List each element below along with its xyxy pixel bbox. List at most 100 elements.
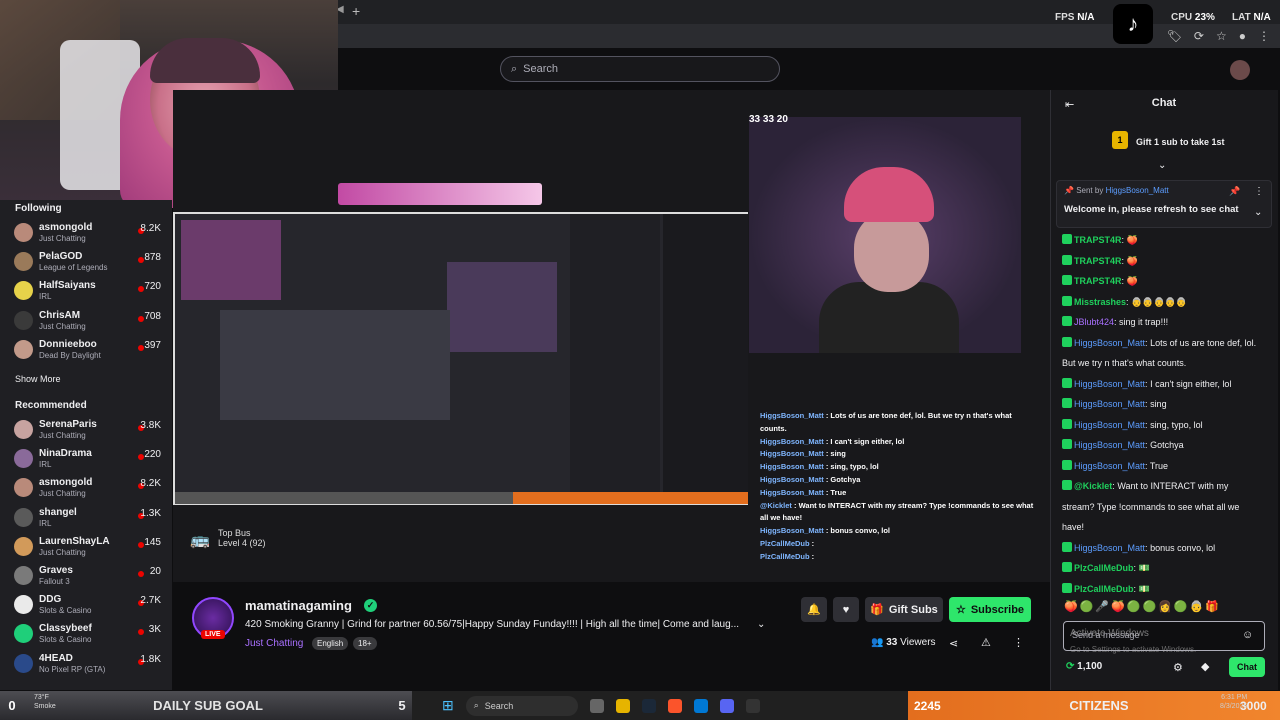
bookmark-star-icon[interactable]: ☆ — [1216, 29, 1227, 43]
live-dot-icon — [138, 257, 144, 264]
chat-message[interactable]: HiggsBoson_Matt: Lots of us are tone def… — [1062, 333, 1262, 374]
taskbar-search[interactable]: ⌕ Search — [465, 695, 578, 716]
chat-username[interactable]: @Kicklet — [1074, 481, 1112, 491]
sidebar-item-pelagod[interactable]: PelaGOD League of Legends 878 — [0, 249, 172, 278]
activate-windows-watermark: Activate Windows — [1070, 628, 1149, 639]
sidebar-item-4head[interactable]: 4HEAD No Pixel RP (GTA) 1.8K — [0, 651, 172, 680]
channel-name: asmongold — [39, 222, 93, 233]
badge-icon — [1062, 439, 1072, 449]
chat-username[interactable]: HiggsBoson_Matt — [1074, 379, 1145, 389]
chat-messages: TRAPST4R: 🍑 TRAPST4R: 🍑 TRAPST4R: 🍑 Misstra… — [1062, 230, 1262, 599]
menu-dots-icon[interactable]: ⋮ — [1258, 29, 1270, 43]
emote-picker-icon[interactable]: ☺ — [1242, 629, 1253, 641]
sidebar-item-donnieeboo[interactable]: Donnieeboo Dead By Daylight 397 — [0, 337, 172, 366]
sidebar-item-laurenshayla[interactable]: LaurenShayLA Just Chatting 145 — [0, 534, 172, 563]
gift-banner[interactable]: Gift 1 sub to take 1st — [1136, 137, 1225, 147]
bits-icon[interactable]: ◆ — [1201, 660, 1209, 673]
chat-username[interactable]: PlzCallMeDub — [1074, 584, 1134, 594]
gift-subs-button[interactable]: 🎁 Gift Subs — [865, 597, 943, 622]
channel-points[interactable]: ⟳ 1,100 — [1066, 661, 1102, 672]
overlay-chat-line: HiggsBoson_Matt : Gotchya — [760, 474, 861, 484]
search-input[interactable]: ⌕ Search — [500, 56, 780, 82]
sidebar-item-asmongold[interactable]: asmongold Just Chatting 8.2K — [0, 220, 172, 249]
chat-message[interactable]: PlzCallMeDub: 💵 — [1062, 558, 1262, 579]
sidebar-item-shangel[interactable]: shangel IRL 1.3K — [0, 505, 172, 534]
viewer-count: 1.3K — [140, 507, 161, 519]
obs-icon[interactable] — [745, 698, 760, 713]
file-explorer-icon[interactable] — [615, 698, 630, 713]
chat-username[interactable]: JBlubt424 — [1074, 317, 1114, 327]
chat-username[interactable]: TRAPST4R — [1074, 256, 1122, 266]
chat-username[interactable]: HiggsBoson_Matt — [1074, 420, 1145, 430]
chat-message[interactable]: HiggsBoson_Matt: Gotchya — [1062, 435, 1262, 456]
chat-message[interactable]: HiggsBoson_Matt: sing, typo, lol — [1062, 415, 1262, 436]
chat-message[interactable]: JBlubt424: sing it trap!!! — [1062, 312, 1262, 333]
chat-message[interactable]: HiggsBoson_Matt: True — [1062, 456, 1262, 477]
discord-icon[interactable] — [719, 698, 734, 713]
chat-message[interactable]: @Kicklet: Want to INTERACT with my strea… — [1062, 476, 1262, 538]
pin-icon[interactable]: 📌 — [1229, 186, 1240, 197]
sidebar-item-graves[interactable]: Graves Fallout 3 20 — [0, 563, 172, 592]
chat-message[interactable]: TRAPST4R: 🍑 — [1062, 230, 1262, 251]
sidebar-item-ddg[interactable]: DDG Slots & Casino 2.7K — [0, 592, 172, 621]
sidebar-item-ninadrama[interactable]: NinaDrama IRL 220 — [0, 446, 172, 475]
sidebar-item-chrisam[interactable]: ChrisAM Just Chatting 708 — [0, 308, 172, 337]
channel-name[interactable]: mamatinagaming — [245, 598, 352, 613]
new-tab-button[interactable]: + — [352, 3, 360, 19]
category-link[interactable]: Just Chatting — [245, 638, 303, 649]
tag-english[interactable]: English — [312, 637, 349, 650]
chat-settings-icon[interactable]: ⚙ — [1173, 661, 1183, 674]
expand-title-chevron-icon[interactable]: ⌄ — [757, 619, 765, 630]
steam-icon[interactable] — [641, 698, 656, 713]
follow-button[interactable]: ♥ — [833, 597, 859, 622]
profile-icon[interactable]: ● — [1239, 29, 1246, 43]
system-clock[interactable]: 6:31 PM 8/3/2025 — [1220, 693, 1247, 711]
chat-message[interactable]: TRAPST4R: 🍑 — [1062, 251, 1262, 272]
subscribe-button[interactable]: ☆ Subscribe — [949, 597, 1031, 622]
sidebar: Following asmongold Just Chatting 8.2K Pela… — [0, 200, 172, 690]
weather-widget[interactable]: 73°F Smoke — [34, 693, 56, 711]
gift-icon: 🎁 — [870, 604, 884, 616]
expand-pinned-icon[interactable]: ⌄ — [1254, 207, 1262, 218]
report-icon[interactable]: ⚠ — [981, 636, 991, 649]
edge-icon[interactable] — [693, 698, 708, 713]
chevron-down-icon[interactable]: ⌄ — [1158, 160, 1166, 171]
chat-message[interactable]: TRAPST4R: 🍑 — [1062, 271, 1262, 292]
chat-send-button[interactable]: Chat — [1229, 657, 1265, 677]
windows-start-icon[interactable]: ⊞ — [442, 697, 454, 714]
tag-icon[interactable]: 🏷 — [1167, 29, 1182, 43]
task-view-icon[interactable] — [589, 698, 604, 713]
notifications-button[interactable]: 🔔 — [801, 597, 827, 622]
chat-username[interactable]: TRAPST4R — [1074, 235, 1122, 245]
chat-username[interactable]: Misstrashes — [1074, 297, 1126, 307]
channel-name: shangel — [39, 506, 77, 518]
show-more-link[interactable]: Show More — [0, 374, 61, 384]
emote-bar[interactable]: 🍑🟢🎤🍑🟢🟢👩🟢👵🎁 — [1064, 600, 1221, 613]
chat-text: 💵 — [1138, 583, 1150, 594]
pinned-more-icon[interactable]: ⋮ — [1254, 186, 1264, 197]
sidebar-item-serenaparis[interactable]: SerenaParis Just Chatting 3.8K — [0, 417, 172, 446]
chat-username[interactable]: PlzCallMeDub — [1074, 563, 1134, 573]
channel-game: Slots & Casino — [39, 635, 92, 645]
chat-message[interactable]: HiggsBoson_Matt: sing — [1062, 394, 1262, 415]
sidebar-item-asmongold[interactable]: asmongold Just Chatting 8.2K — [0, 475, 172, 504]
chat-username[interactable]: HiggsBoson_Matt — [1074, 338, 1145, 348]
chat-message[interactable]: Misstrashes: 👵👵👵👵👵 — [1062, 292, 1262, 313]
sidebar-item-halfsaiyans[interactable]: HalfSaiyans IRL 720 — [0, 278, 172, 307]
chat-username[interactable]: TRAPST4R — [1074, 276, 1122, 286]
extensions-icon[interactable]: ⟳ — [1194, 29, 1204, 43]
share-icon[interactable]: ⋖ — [949, 637, 958, 650]
chat-message[interactable]: PlzCallMeDub: 💵 — [1062, 579, 1262, 600]
user-avatar[interactable] — [1230, 60, 1250, 80]
tag-18plus[interactable]: 18+ — [353, 637, 377, 650]
avatar — [14, 507, 33, 527]
sidebar-item-classybeef[interactable]: Classybeef Slots & Casino 3K — [0, 621, 172, 650]
chat-message[interactable]: HiggsBoson_Matt: I can't sign either, lo… — [1062, 374, 1262, 395]
chat-username[interactable]: HiggsBoson_Matt — [1074, 440, 1145, 450]
more-options-icon[interactable]: ⋮ — [1013, 636, 1024, 649]
chat-username[interactable]: HiggsBoson_Matt — [1074, 399, 1145, 409]
chat-username[interactable]: HiggsBoson_Matt — [1074, 543, 1145, 553]
chat-username[interactable]: HiggsBoson_Matt — [1074, 461, 1145, 471]
chat-message[interactable]: HiggsBoson_Matt: bonus convo, lol — [1062, 538, 1262, 559]
brave-icon[interactable] — [667, 698, 682, 713]
